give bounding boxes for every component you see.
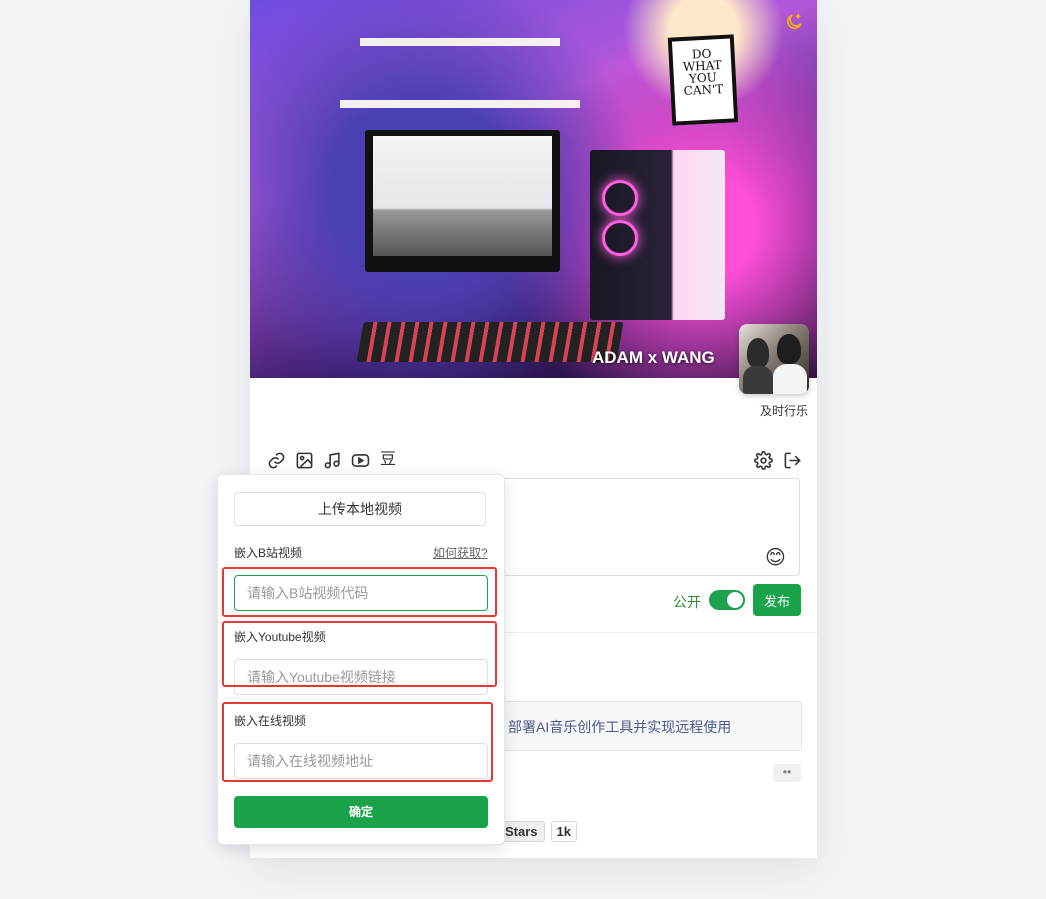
- youtube-input[interactable]: [234, 659, 488, 695]
- bilibili-label: 嵌入B站视频: [234, 546, 303, 560]
- cover-title: ADAM x WANG: [592, 348, 715, 367]
- confirm-button[interactable]: 确定: [234, 796, 488, 828]
- link-icon[interactable]: [266, 450, 286, 470]
- publish-button[interactable]: 发布: [753, 584, 801, 616]
- post-link-text[interactable]: 部署AI音乐创作工具并实现远程使用: [508, 717, 731, 737]
- shelf: [360, 38, 560, 46]
- moon-icon[interactable]: [784, 12, 804, 32]
- music-icon[interactable]: [322, 450, 342, 470]
- poster: DO WHAT YOU CAN'T: [667, 34, 739, 126]
- stars-count: 1k: [550, 820, 577, 842]
- settings-icon[interactable]: [753, 450, 773, 470]
- bilibili-input[interactable]: [234, 575, 488, 611]
- image-icon[interactable]: [294, 450, 314, 470]
- video-embed-popup: 上传本地视频 嵌入B站视频 如何获取? 嵌入Youtube视频 嵌入在线视频 确…: [217, 474, 505, 845]
- more-button[interactable]: ••: [773, 764, 801, 782]
- pc-tower: [590, 150, 725, 320]
- douban-icon[interactable]: 豆: [378, 450, 398, 470]
- editor-toolbar-right: [753, 450, 802, 470]
- visibility-toggle[interactable]: [709, 590, 745, 610]
- online-video-label: 嵌入在线视频: [234, 714, 307, 728]
- emoji-icon[interactable]: 😊: [765, 545, 786, 570]
- monitor: [365, 130, 560, 272]
- youtube-label: 嵌入Youtube视频: [234, 630, 326, 644]
- howto-link[interactable]: 如何获取?: [433, 544, 488, 561]
- shelf: [340, 100, 580, 108]
- youtube-icon[interactable]: [350, 450, 370, 470]
- visibility-label: 公开: [673, 594, 701, 610]
- upload-local-video-button[interactable]: 上传本地视频: [234, 492, 486, 526]
- keyboard: [356, 322, 624, 362]
- editor-toolbar: 豆: [266, 450, 398, 470]
- logout-icon[interactable]: [782, 450, 802, 470]
- cover-image: DO WHAT YOU CAN'T ADAM x WANG: [250, 0, 817, 378]
- username: 及时行乐: [760, 404, 809, 418]
- github-stars-badge[interactable]: Stars 1k: [498, 820, 577, 842]
- avatar[interactable]: [739, 324, 809, 394]
- online-video-input[interactable]: [234, 743, 488, 779]
- post-editor[interactable]: [502, 478, 800, 576]
